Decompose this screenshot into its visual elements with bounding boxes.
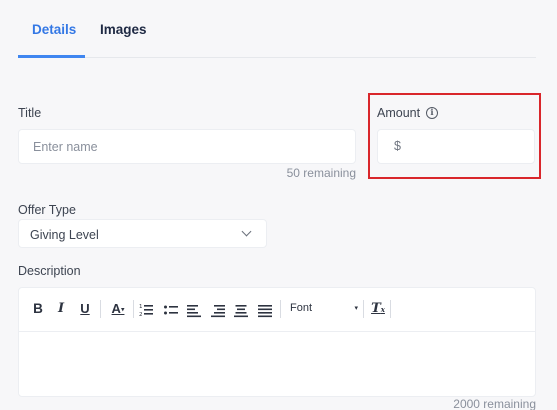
active-tab-indicator	[18, 55, 85, 58]
align-justify-icon[interactable]	[258, 301, 272, 319]
align-left-icon[interactable]	[187, 301, 201, 319]
title-input[interactable]	[18, 129, 356, 164]
numbered-list-icon[interactable]: 1 2	[139, 301, 153, 319]
toolbar-separator	[363, 300, 364, 318]
offer-type-value: Giving Level	[30, 228, 99, 242]
offer-type-select[interactable]: Giving Level	[18, 219, 267, 248]
toolbar-separator	[280, 300, 281, 318]
font-select[interactable]: Font ▾	[290, 302, 358, 320]
bullet-list-icon[interactable]	[164, 301, 178, 319]
description-editor: B I U A▾ 1 2 Font ▾ Tx	[18, 287, 536, 397]
description-remaining: 2000 remaining	[453, 397, 536, 410]
caret-down-icon: ▾	[354, 305, 358, 312]
offer-type-label: Offer Type	[18, 203, 76, 217]
font-select-label: Font	[290, 302, 313, 314]
amount-highlight-box	[368, 93, 541, 179]
toolbar-separator	[390, 300, 391, 318]
tab-bar: Details Images	[18, 0, 536, 58]
title-remaining: 50 remaining	[286, 166, 356, 180]
tab-details[interactable]: Details	[32, 22, 76, 37]
clear-format-letter: T	[371, 301, 381, 316]
svg-text:1: 1	[139, 304, 143, 310]
italic-icon[interactable]: I	[54, 301, 68, 319]
font-color-letter: A	[111, 301, 121, 316]
svg-text:2: 2	[139, 312, 143, 318]
description-label: Description	[18, 264, 81, 278]
toolbar-separator	[100, 300, 101, 318]
chevron-down-icon	[241, 226, 252, 237]
underline-icon[interactable]: U	[78, 301, 92, 319]
title-label: Title	[18, 106, 42, 120]
font-color-icon[interactable]: A▾	[107, 301, 129, 319]
align-right-icon[interactable]	[211, 301, 225, 319]
clear-format-icon[interactable]: Tx	[370, 301, 386, 319]
editor-toolbar: B I U A▾ 1 2 Font ▾ Tx	[19, 288, 535, 332]
toolbar-separator	[133, 300, 134, 318]
bold-icon[interactable]: B	[31, 301, 45, 319]
description-text-area[interactable]	[19, 332, 535, 398]
tab-images[interactable]: Images	[100, 22, 147, 37]
align-center-icon[interactable]	[234, 301, 248, 319]
